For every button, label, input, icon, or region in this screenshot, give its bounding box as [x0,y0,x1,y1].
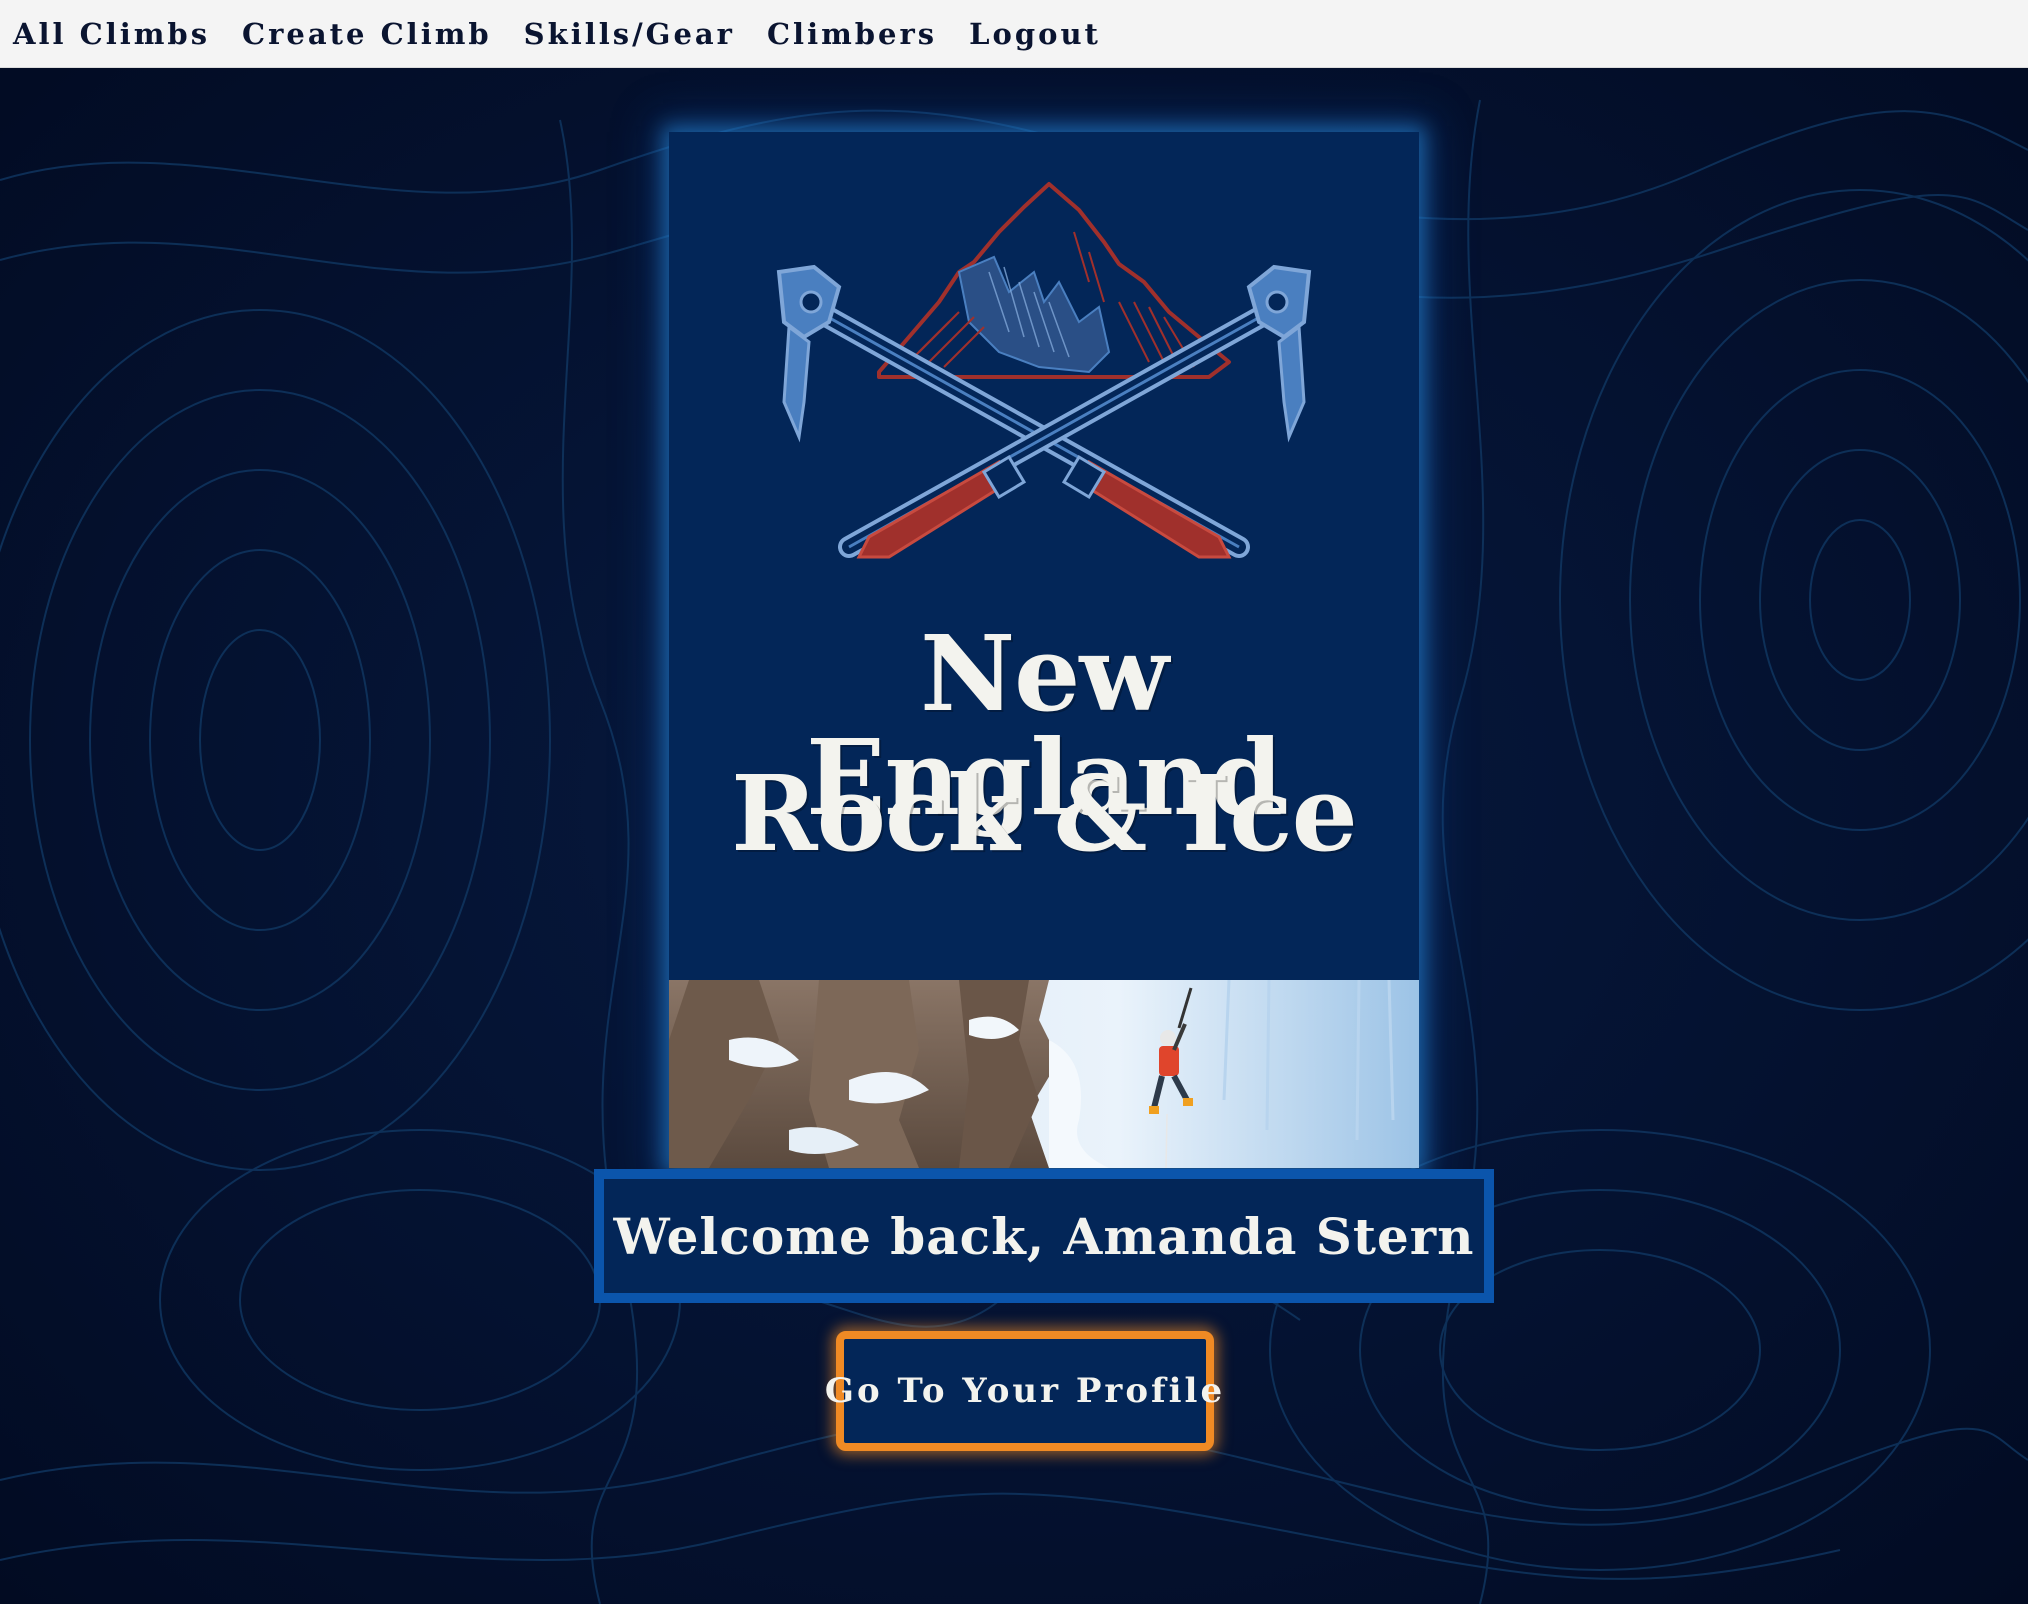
welcome-text: Welcome back, Amanda Stern [613,1206,1475,1266]
page: All Climbs Create Climb Skills/Gear Clim… [0,0,2028,1604]
top-navbar: All Climbs Create Climb Skills/Gear Clim… [0,0,2028,68]
nav-link-logout[interactable]: Logout [969,17,1101,51]
mountain-illustration [877,182,1231,379]
nav-link-climbers[interactable]: Climbers [767,17,937,51]
site-title-line-2: Rock & Ice [731,752,1358,875]
go-to-profile-button[interactable]: Go To Your Profile [825,1331,1222,1451]
nav-link-all-climbs[interactable]: All Climbs [13,17,210,51]
crossed-ice-axes-mountain-icon [776,182,1312,559]
go-to-profile-label: Go To Your Profile [824,1371,1226,1411]
nav-link-create-climb[interactable]: Create Climb [242,17,492,51]
welcome-banner: Welcome back, Amanda Stern [594,1169,1494,1303]
nav-link-skills-gear[interactable]: Skills/Gear [524,17,735,51]
hero-poster: New England Rock & Ice [669,132,1419,1168]
ice-climber-photo [669,980,1419,1168]
